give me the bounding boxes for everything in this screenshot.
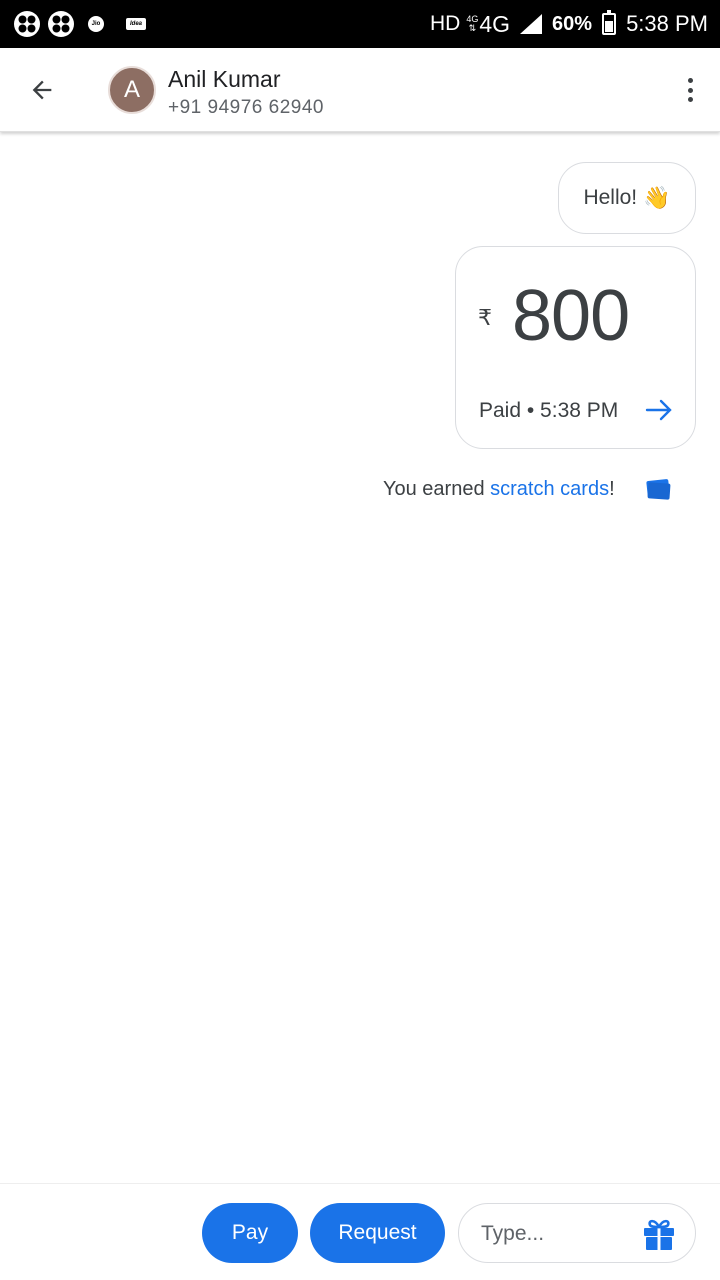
- status-notification-icons: Jio Idea: [14, 11, 146, 37]
- scratch-card-icon[interactable]: [644, 478, 672, 500]
- more-options-button[interactable]: [680, 74, 700, 106]
- clover-app-icon: [14, 11, 40, 37]
- message-input[interactable]: [481, 1218, 631, 1250]
- reward-prefix: You earned: [383, 478, 491, 500]
- contact-name[interactable]: Anil Kumar: [168, 66, 280, 93]
- network-indicator: HD 4G ⇅ 4G: [430, 11, 510, 38]
- clover-app-icon: [48, 11, 74, 37]
- back-button[interactable]: [22, 70, 62, 110]
- message-text: Hello!: [583, 186, 638, 209]
- scratch-cards-link[interactable]: scratch cards: [490, 478, 609, 500]
- battery-percent: 60%: [552, 12, 593, 35]
- arrow-back-icon: [32, 80, 52, 100]
- status-bar: Jio Idea HD 4G ⇅ 4G 60% 5:38 PM: [0, 0, 720, 48]
- signal-icon: [520, 14, 543, 34]
- message-input-container: [458, 1203, 696, 1263]
- request-button[interactable]: Request: [310, 1203, 445, 1263]
- jio-carrier-icon: Jio: [88, 16, 104, 32]
- app-bar: A Anil Kumar +91 94976 62940: [0, 48, 720, 132]
- arrow-forward-icon[interactable]: [645, 397, 673, 423]
- pay-button[interactable]: Pay: [202, 1203, 298, 1263]
- payment-amount: 800: [512, 276, 630, 356]
- message-bubble[interactable]: Hello! 👋: [558, 162, 696, 234]
- reward-message: You earned scratch cards!: [383, 478, 615, 501]
- currency-symbol: ₹: [478, 305, 492, 330]
- gift-icon[interactable]: [641, 1216, 677, 1252]
- bottom-action-bar: Pay Request: [0, 1183, 720, 1280]
- avatar[interactable]: A: [108, 66, 156, 114]
- battery-icon: [602, 10, 617, 35]
- contact-phone: +91 94976 62940: [168, 97, 324, 118]
- payment-status: Paid • 5:38 PM: [479, 399, 619, 422]
- idea-carrier-icon: Idea: [126, 18, 146, 30]
- network-label: 4G: [479, 10, 511, 37]
- reward-suffix: !: [609, 478, 615, 500]
- more-vert-icon: [687, 78, 693, 83]
- waving-hand-icon: 👋: [643, 185, 671, 210]
- payment-card[interactable]: ₹ 800 Paid • 5:38 PM: [455, 246, 696, 449]
- status-time: 5:38 PM: [626, 11, 708, 36]
- network-small-label: 4G ⇅: [466, 14, 479, 33]
- status-system-icons: HD 4G ⇅ 4G 60% 5:38 PM: [430, 0, 708, 48]
- hd-label: HD: [429, 12, 461, 35]
